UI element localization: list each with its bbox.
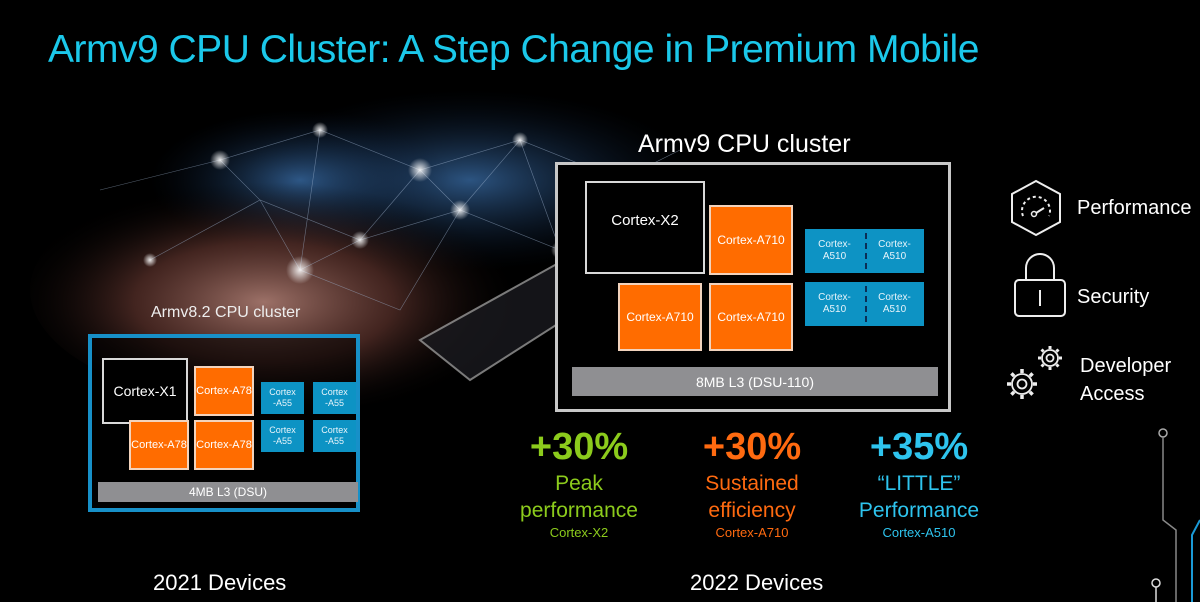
little-core-cortex-a510: Cortex- A510: [878, 238, 911, 263]
l3-cache-8mb: 8MB L3 (DSU-110): [572, 367, 938, 396]
stat-core: Cortex-X2: [549, 525, 609, 540]
stat-line2: Performance: [858, 499, 980, 522]
little-core-cortex-a55: Cortex -A55: [261, 382, 304, 414]
stat-core: Cortex-A710: [715, 525, 789, 540]
armv9-cluster-label: Armv9 CPU cluster: [638, 130, 851, 158]
little-core-pair: Cortex- A510 Cortex- A510: [805, 282, 924, 326]
l3-cache-4mb: 4MB L3 (DSU): [98, 482, 358, 502]
stat-line1: “LITTLE”: [877, 472, 961, 495]
circuit-trace-decoration: [1151, 428, 1200, 602]
mid-core-cortex-a78: Cortex-A78: [194, 366, 254, 416]
mid-core-cortex-a78: Cortex-A78: [129, 420, 189, 470]
mid-core-cortex-a710: Cortex-A710: [709, 205, 793, 275]
armv9-cluster-box: Cortex-X2 Cortex-A710 Cortex-A710 Cortex…: [555, 162, 951, 412]
mid-core-cortex-a78: Cortex-A78: [194, 420, 254, 470]
stat-line1: Peak: [555, 472, 603, 495]
feature-performance-label: Performance: [1077, 197, 1192, 219]
stat-sustained-efficiency: +30% Sustained efficiency Cortex-A710: [662, 428, 842, 540]
padlock-icon: [1014, 253, 1066, 317]
slide-title: Armv9 CPU Cluster: A Step Change in Prem…: [48, 28, 979, 71]
gears-icon: [1007, 346, 1062, 399]
core-divider: [864, 286, 867, 322]
big-core-cortex-x2: Cortex-X2: [585, 181, 705, 274]
stat-value: +30%: [529, 426, 629, 468]
little-core-cortex-a510: Cortex- A510: [818, 291, 851, 316]
big-core-cortex-x1: Cortex-X1: [102, 358, 188, 424]
little-core-cortex-a510: Cortex- A510: [818, 238, 851, 263]
stat-line1: Sustained: [705, 472, 799, 495]
little-core-cortex-a55: Cortex -A55: [313, 382, 356, 414]
year-2022-label: 2022 Devices: [690, 570, 824, 595]
stat-peak-performance: +30% Peak performance Cortex-X2: [489, 428, 669, 540]
stat-value: +30%: [702, 426, 802, 468]
little-core-cortex-a55: Cortex -A55: [313, 420, 356, 452]
little-core-cortex-a55: Cortex -A55: [261, 420, 304, 452]
little-core-cortex-a510: Cortex- A510: [878, 291, 911, 316]
armv82-cluster-label: Armv8.2 CPU cluster: [151, 304, 301, 321]
mid-core-cortex-a710: Cortex-A710: [618, 283, 702, 351]
stat-line2: performance: [520, 499, 638, 522]
stat-core: Cortex-A510: [882, 525, 956, 540]
feature-developer-access-label: Developer Access: [1080, 355, 1172, 405]
year-2021-label: 2021 Devices: [153, 570, 287, 595]
speedometer-icon: [1011, 179, 1061, 237]
feature-security-label: Security: [1077, 286, 1150, 308]
stat-little-performance: +35% “LITTLE” Performance Cortex-A510: [829, 428, 1009, 540]
stat-value: +35%: [869, 426, 969, 468]
mid-core-cortex-a710: Cortex-A710: [709, 283, 793, 351]
little-core-pair: Cortex- A510 Cortex- A510: [805, 229, 924, 273]
core-divider: [864, 233, 867, 269]
armv82-cluster-box: Cortex-X1 Cortex-A78 Cortex-A78 Cortex-A…: [88, 334, 360, 512]
stat-line2: efficiency: [708, 499, 796, 522]
